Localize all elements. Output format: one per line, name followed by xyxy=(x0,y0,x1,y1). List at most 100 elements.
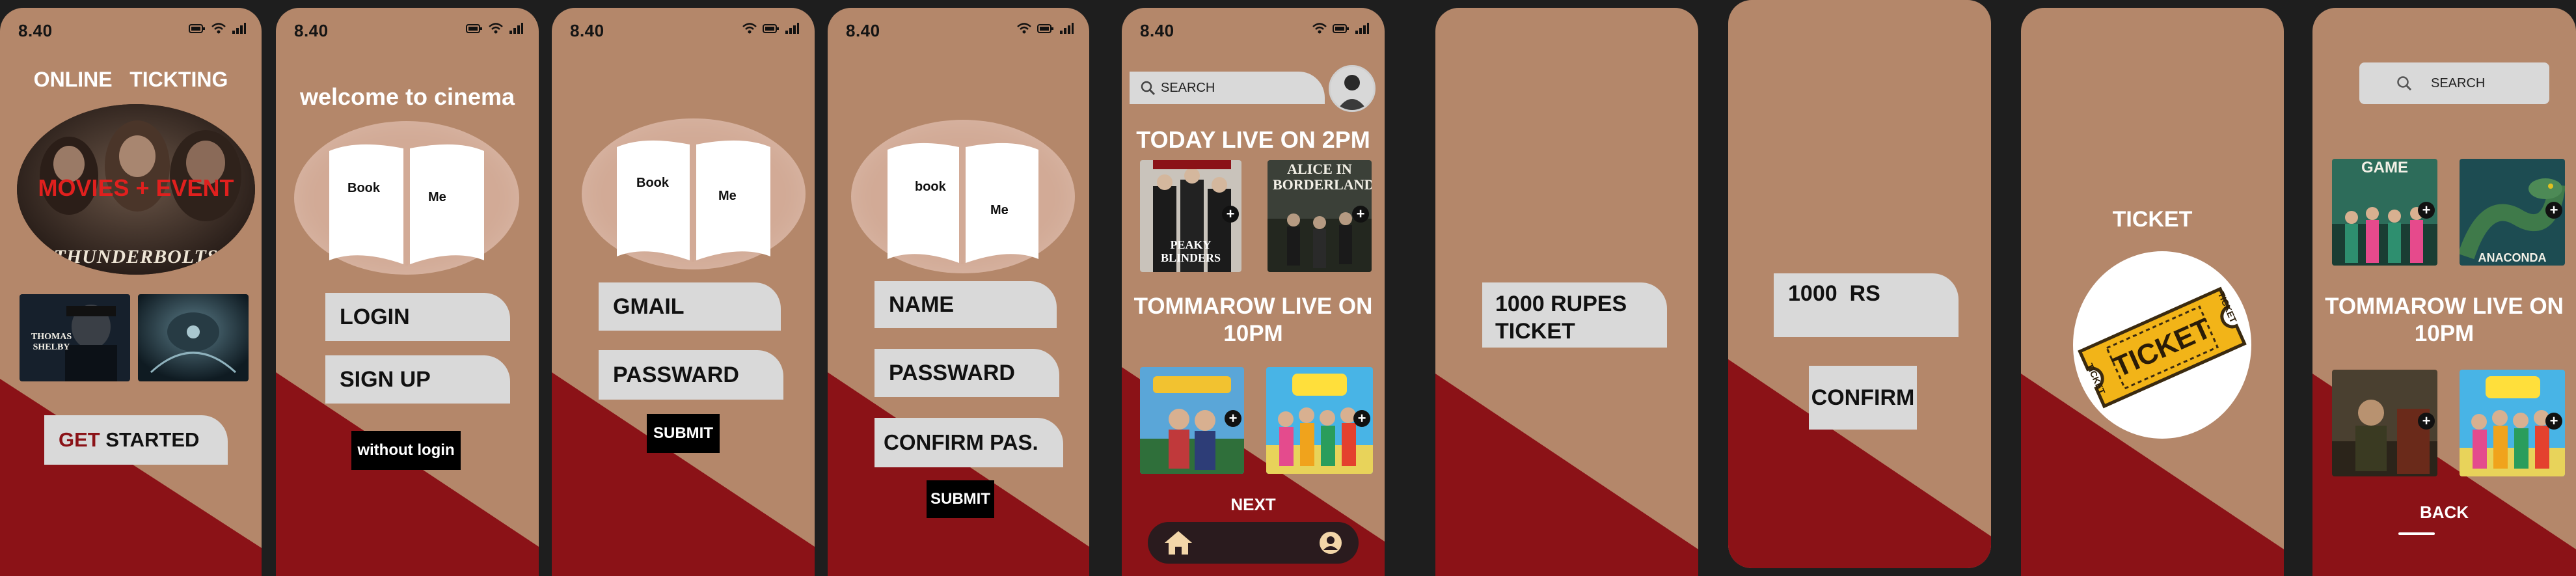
home-icon[interactable] xyxy=(1163,530,1193,556)
signal-icon xyxy=(232,23,246,34)
poster-carry-on-jatta[interactable]: + xyxy=(2460,370,2565,476)
add-anaconda-button[interactable]: + xyxy=(2545,202,2562,219)
status-time: 8.40 xyxy=(846,21,880,40)
ticket-price-line1: 1000 RUPES xyxy=(1495,292,1627,316)
screen-ticket-price: 1000 RUPES TICKET xyxy=(1435,8,1698,576)
home-indicator xyxy=(2398,532,2435,535)
battery-icon xyxy=(1037,24,1053,33)
ticket-title: TICKET xyxy=(2112,207,2193,232)
signal-icon xyxy=(509,23,523,34)
book-right-label: Me xyxy=(718,189,737,203)
poster-alice-title: ALICE IN BORDERLAND xyxy=(1273,161,1372,193)
status-bar: 8.40 xyxy=(276,16,539,40)
status-time: 8.40 xyxy=(294,21,329,40)
status-icons xyxy=(742,22,799,34)
book-left-label: Book xyxy=(636,176,669,190)
status-icons xyxy=(466,22,523,34)
tomorrow-heading-line1: TOMMAROW LIVE ON xyxy=(1133,294,1373,319)
screen-confirm-payment: 1000 RS CONFIRM xyxy=(1728,0,1991,568)
poster-peaky-blinders[interactable]: PEAKY BLINDERS + xyxy=(1140,160,1241,272)
open-book-icon xyxy=(329,144,484,266)
status-bar: 8.40 xyxy=(828,16,1089,40)
poster-action-movie[interactable]: + xyxy=(2332,370,2437,476)
add-action-button[interactable]: + xyxy=(2418,413,2435,430)
wifi-icon xyxy=(489,23,503,34)
poster-squid-game[interactable]: GAME + xyxy=(2332,159,2437,266)
poster-thomas-shelby[interactable]: THOMAS SHELBY xyxy=(20,294,130,381)
welcome-title: welcome to cinema xyxy=(299,83,515,110)
book-left-label: book xyxy=(915,180,946,194)
get-started-prefix: GET xyxy=(59,428,100,451)
tomorrow-heading: TOMMAROW LIVE ON 10PM xyxy=(1122,293,1385,348)
add-carry-on-button[interactable]: + xyxy=(2545,413,2562,430)
battery-icon xyxy=(1333,24,1349,33)
signup-button[interactable]: SIGN UP xyxy=(325,355,510,404)
search-placeholder: SEARCH xyxy=(2431,75,2486,90)
battery-icon xyxy=(763,24,779,33)
add-carry-on-button[interactable]: + xyxy=(1353,410,1370,427)
hero-banner[interactable]: MOVIES + EVENT THUNDERBOLTS xyxy=(17,104,255,275)
poster-anaconda[interactable]: ANACONDA + xyxy=(2460,159,2565,266)
poster-alice-in-borderland[interactable]: ALICE IN BORDERLAND + xyxy=(1268,160,1372,272)
screen-welcome: 8.40 welcome to cinema Book Me LOGIN SIG… xyxy=(276,8,539,576)
hero-logo: THUNDERBOLTS xyxy=(53,246,219,267)
status-time: 8.40 xyxy=(570,21,604,40)
submit-button[interactable]: SUBMIT xyxy=(927,480,994,518)
screen-signup: 8.40 book Me NAME PASSWARD CONFIRM PAS. … xyxy=(828,8,1089,576)
add-alice-button[interactable]: + xyxy=(1352,206,1369,223)
search-icon xyxy=(1141,81,1156,96)
bottom-nav-bar xyxy=(1148,522,1359,564)
name-field[interactable]: NAME xyxy=(874,281,1057,328)
screen-onboarding: 8.40 ONLINE TICKTING MOVIES + EVENT THUN… xyxy=(0,8,262,576)
profile-avatar[interactable] xyxy=(1329,65,1376,112)
search-icon xyxy=(2397,76,2412,91)
poster-carry-on-jatta[interactable]: + xyxy=(1266,367,1373,474)
avatar-image xyxy=(1331,67,1374,110)
get-started-button[interactable]: GET STARTED xyxy=(44,415,228,465)
book-me-logo: book Me xyxy=(851,120,1075,273)
tomorrow-heading-line1: TOMMAROW LIVE ON xyxy=(2325,294,2564,319)
next-button[interactable]: NEXT xyxy=(1122,495,1385,515)
profile-icon[interactable] xyxy=(1318,530,1343,555)
screen-ticket: TICKET TICKET TICKET TICKET xyxy=(2021,8,2284,576)
status-icons xyxy=(189,22,246,34)
screen-home-listings: 8.40 SEARCH TODAY LIVE ON 2PM PEAKY BLIN… xyxy=(1122,8,1385,576)
battery-icon xyxy=(466,24,482,33)
status-bar: 8.40 xyxy=(1122,16,1385,40)
submit-button[interactable]: SUBMIT xyxy=(647,414,720,453)
screen-search-results: SEARCH GAME + ANACONDA + TOMMAROW LIVE O… xyxy=(2312,8,2576,576)
get-started-label: STARTED xyxy=(100,428,200,451)
password-field[interactable]: PASSWARD xyxy=(599,350,783,400)
ticket-price-label: 1000 RUPES TICKET xyxy=(1482,282,1667,348)
book-me-logo: Book Me xyxy=(294,121,519,275)
today-heading: TODAY LIVE ON 2PM xyxy=(1136,126,1370,153)
battery-icon xyxy=(189,24,205,33)
without-login-button[interactable]: without login xyxy=(351,431,461,470)
maroon-wedge xyxy=(0,379,262,576)
add-game-button[interactable]: + xyxy=(2418,202,2435,219)
poster-punjabi-movie[interactable]: + xyxy=(1140,367,1244,474)
open-book-icon xyxy=(617,140,770,262)
wifi-icon xyxy=(1312,23,1327,34)
status-time: 8.40 xyxy=(18,21,53,40)
search-bar[interactable]: SEARCH xyxy=(1130,72,1325,104)
signal-icon xyxy=(785,23,799,34)
search-placeholder: SEARCH xyxy=(1161,80,1215,95)
back-button[interactable]: BACK xyxy=(2312,502,2576,523)
confirm-button[interactable]: CONFIRM xyxy=(1809,366,1917,430)
password-field[interactable]: PASSWARD xyxy=(874,349,1059,397)
login-button[interactable]: LOGIN xyxy=(325,293,510,341)
confirm-password-field[interactable]: CONFIRM PAS. xyxy=(874,418,1063,467)
poster-game-title: GAME xyxy=(2361,159,2408,176)
gmail-field[interactable]: GMAIL xyxy=(599,282,781,331)
screen-gmail-login: 8.40 Book Me GMAIL PASSWARD SUBMIT xyxy=(552,8,815,576)
add-punjabi-button[interactable]: + xyxy=(1225,410,1241,427)
tomorrow-heading-line2: 10PM xyxy=(2414,321,2474,346)
poster-sci-fi[interactable] xyxy=(138,294,249,381)
add-peaky-button[interactable]: + xyxy=(1222,206,1239,223)
status-icons xyxy=(1016,22,1074,34)
wifi-icon xyxy=(211,23,226,34)
signal-icon xyxy=(1060,23,1074,34)
poster-thomas-shelby-title: THOMAS SHELBY xyxy=(31,332,72,352)
search-bar[interactable]: SEARCH xyxy=(2359,62,2549,104)
